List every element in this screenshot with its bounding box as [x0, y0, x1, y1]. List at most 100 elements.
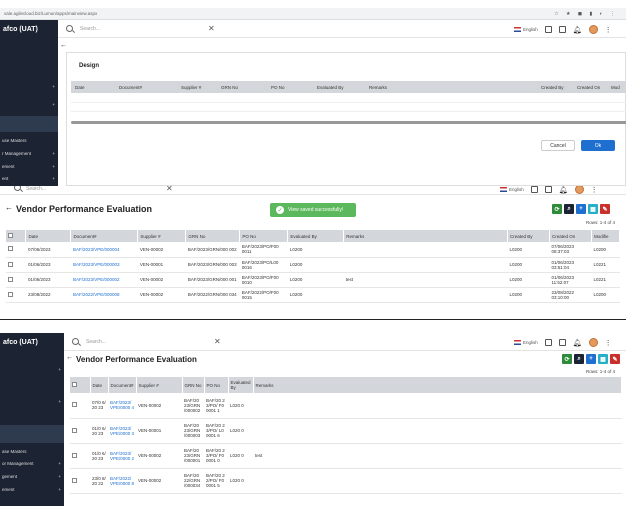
sidebar-item[interactable]: ent +: [0, 176, 58, 181]
col-header[interactable]: Evaluated By: [228, 377, 254, 393]
cell-doc[interactable]: BAF/2023/ VPE/0000 3: [108, 418, 137, 444]
checkbox[interactable]: [72, 477, 77, 483]
cell-doc[interactable]: BAF/2023/VPE/000002: [70, 272, 138, 288]
col-header[interactable]: Modifie: [591, 230, 620, 242]
add-icon[interactable]: +: [576, 204, 586, 214]
mail-icon[interactable]: [544, 186, 552, 193]
columns-icon[interactable]: ▦: [588, 204, 598, 214]
refresh-icon[interactable]: ⟳: [552, 204, 562, 214]
url-text[interactable]: vale.agilecloud.biz/Lumun/apps/mainview.…: [4, 11, 97, 16]
search-icon[interactable]: [72, 338, 79, 345]
refresh-icon[interactable]: ⟳: [562, 354, 572, 364]
avatar[interactable]: [588, 25, 598, 34]
cell-doc[interactable]: BAF/2023/VPE/000004: [70, 242, 138, 258]
col-header[interactable]: Remarks: [253, 377, 622, 393]
col-header[interactable]: Document#: [108, 377, 137, 393]
checkbox[interactable]: [72, 402, 77, 408]
calendar-icon[interactable]: [544, 339, 552, 346]
language-select[interactable]: English: [523, 27, 538, 32]
cell-doc[interactable]: BAF/2022/VPE/000008: [70, 287, 138, 303]
sidebar-item[interactable]: use Masters: [0, 138, 58, 143]
col-header[interactable]: Evaluated By: [287, 230, 345, 242]
search-icon[interactable]: [66, 25, 73, 32]
horizontal-scrollbar[interactable]: [71, 121, 626, 124]
cancel-button[interactable]: Cancel: [541, 140, 575, 151]
checkbox[interactable]: [8, 276, 13, 282]
table-row[interactable]: 23/08/2022 BAF/2022/VPE/000008 VEN-00002 BA…: [6, 287, 620, 303]
sidebar-item[interactable]: +: [0, 367, 64, 372]
col-header[interactable]: Document#: [70, 230, 139, 242]
sidebar-item[interactable]: ement +: [0, 164, 58, 169]
more-icon[interactable]: ⋮: [605, 339, 612, 347]
row-select[interactable]: [6, 272, 26, 288]
calendar-icon[interactable]: [530, 186, 538, 193]
cell-doc[interactable]: BAF/2023/ VPE/0000 4: [108, 393, 137, 419]
ok-button[interactable]: Ok: [581, 140, 615, 151]
bell-icon[interactable]: 🔔︎: [573, 26, 582, 34]
cell-doc[interactable]: BAF/2022/ VPE/0000 8: [108, 468, 137, 494]
search-input[interactable]: Search...: [26, 186, 46, 192]
checkbox[interactable]: [8, 291, 13, 297]
language-select[interactable]: English: [509, 187, 524, 192]
row-select[interactable]: [70, 418, 90, 444]
checkbox[interactable]: [72, 382, 77, 387]
search-button-icon[interactable]: ⌕: [564, 204, 574, 214]
table-row[interactable]: 23/0 8/20 22 BAF/2022/ VPE/0000 8 VEN-0000…: [70, 468, 622, 494]
sidebar-item[interactable]: +: [0, 84, 58, 89]
row-select[interactable]: [70, 443, 90, 469]
checkbox[interactable]: [8, 246, 13, 252]
col-header[interactable]: Date: [25, 230, 72, 242]
close-icon[interactable]: ✕: [208, 24, 215, 33]
back-arrow-icon[interactable]: ←: [60, 42, 67, 49]
col-header[interactable]: PO No: [239, 230, 289, 242]
select-all[interactable]: [6, 230, 27, 242]
table-row[interactable]: 01/06/2023 BAF/2023/VPE/000002 VEN-00002 BA…: [6, 272, 620, 288]
search-input[interactable]: Search...: [80, 26, 100, 32]
avatar[interactable]: [574, 186, 584, 194]
checkbox[interactable]: [72, 427, 77, 433]
avatar[interactable]: [588, 338, 598, 347]
sidebar-item[interactable]: ement +: [0, 487, 64, 492]
col-header[interactable]: Created By: [507, 230, 550, 242]
sidebar-item[interactable]: gement +: [0, 474, 64, 479]
sidebar-item[interactable]: r Management +: [0, 151, 58, 156]
more-icon[interactable]: ⋮: [591, 186, 598, 194]
row-select[interactable]: [70, 468, 90, 494]
table-row[interactable]: 07/0 6/20 23 BAF/2023/ VPE/0000 4 VEN-0000…: [70, 393, 622, 419]
more-icon[interactable]: ⋮: [605, 26, 612, 34]
table-row[interactable]: 07/06/2023 BAF/2023/VPE/000004 VEN-00002 BA…: [6, 242, 620, 258]
col-header[interactable]: Created On: [549, 230, 592, 242]
close-icon[interactable]: ✕: [214, 337, 221, 346]
settings-icon[interactable]: ✎: [600, 204, 610, 214]
mail-icon[interactable]: [558, 339, 566, 346]
table-row[interactable]: 01/0 6/20 23 BAF/2023/ VPE/0000 3 VEN-0000…: [70, 418, 622, 444]
checkbox[interactable]: [72, 452, 77, 458]
cell-doc[interactable]: BAF/2023/ VPE/0000 2: [108, 443, 137, 469]
row-select[interactable]: [6, 242, 26, 258]
calendar-icon[interactable]: [544, 26, 552, 33]
cell-doc[interactable]: BAF/2023/VPE/000003: [70, 257, 138, 273]
settings-icon[interactable]: ✎: [610, 354, 620, 364]
bell-icon[interactable]: 🔔︎: [559, 186, 568, 194]
add-icon[interactable]: +: [586, 354, 596, 364]
row-select[interactable]: [6, 287, 26, 303]
col-header[interactable]: GRN No: [182, 377, 205, 393]
table-row[interactable]: 01/06/2023 BAF/2023/VPE/000003 VEN-00001 BA…: [6, 257, 620, 273]
search-button-icon[interactable]: ⌕: [574, 354, 584, 364]
row-select[interactable]: [70, 393, 90, 419]
row-select[interactable]: [6, 257, 26, 273]
search-input[interactable]: Search...: [86, 339, 106, 345]
sidebar-item[interactable]: +: [0, 399, 64, 404]
mail-icon[interactable]: [558, 26, 566, 33]
sidebar-item[interactable]: ase Masters: [0, 449, 64, 454]
search-icon[interactable]: [14, 186, 21, 191]
col-header[interactable]: PO No: [204, 377, 229, 393]
columns-icon[interactable]: ▦: [598, 354, 608, 364]
back-arrow-icon[interactable]: ←: [66, 354, 73, 361]
sidebar-item[interactable]: or Management +: [0, 461, 64, 466]
checkbox[interactable]: [8, 261, 13, 267]
col-header[interactable]: GRN No: [185, 230, 241, 242]
select-all[interactable]: [70, 377, 91, 393]
table-row[interactable]: 01/0 6/20 23 BAF/2023/ VPE/0000 2 VEN-0000…: [70, 443, 622, 469]
language-select[interactable]: English: [523, 340, 538, 345]
